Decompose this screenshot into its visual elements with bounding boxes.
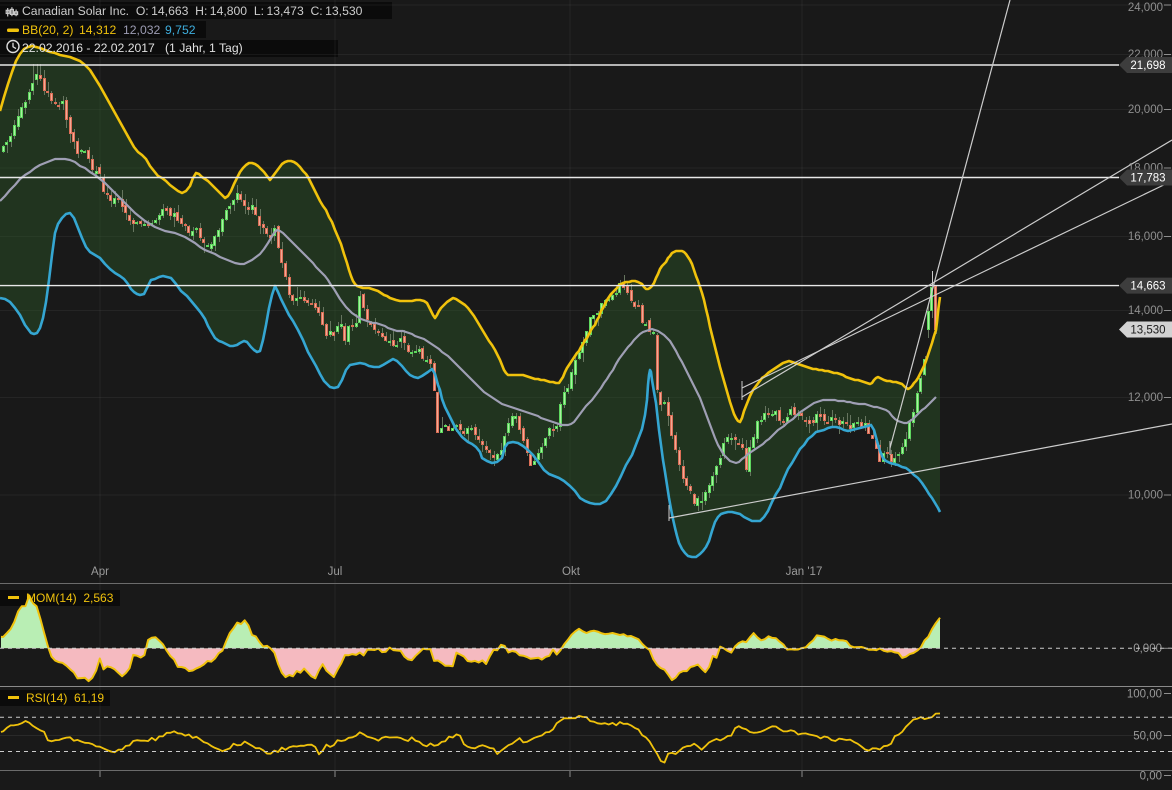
svg-text:13,530: 13,530: [1130, 325, 1165, 337]
svg-text:MOM(14) 2,563: MOM(14) 2,563: [26, 591, 114, 605]
svg-text:Jan '17: Jan '17: [786, 566, 823, 578]
svg-text:50,00: 50,00: [1133, 731, 1162, 743]
svg-text:RSI(14) 61,19: RSI(14) 61,19: [26, 691, 104, 705]
svg-text:20,000: 20,000: [1128, 104, 1163, 116]
svg-text:24,000: 24,000: [1128, 2, 1163, 14]
svg-text:BB(20, 2): BB(20, 2): [22, 23, 73, 37]
svg-text:14,312: 14,312: [79, 23, 116, 37]
svg-text:0,00: 0,00: [1140, 771, 1162, 783]
svg-text:Okt: Okt: [562, 566, 581, 578]
svg-text:100,00: 100,00: [1127, 689, 1162, 701]
svg-text:Jul: Jul: [328, 566, 343, 578]
svg-text:16,000: 16,000: [1128, 231, 1163, 243]
svg-text:10,000: 10,000: [1128, 490, 1163, 502]
svg-text:22.02.2016 - 22.02.2017 (1 J: 22.02.2016 - 22.02.2017 (1 Jahr, 1 Tag): [22, 41, 243, 55]
svg-text:9,752: 9,752: [165, 23, 196, 37]
svg-text:14,000: 14,000: [1128, 305, 1163, 317]
svg-text:12,000: 12,000: [1128, 392, 1163, 404]
svg-text:Apr: Apr: [91, 566, 109, 578]
svg-text:17,783: 17,783: [1130, 173, 1165, 185]
svg-text:12,032: 12,032: [123, 23, 160, 37]
svg-text:14,663: 14,663: [1130, 281, 1165, 293]
svg-text:Canadian Solar Inc. O: 14,663: Canadian Solar Inc. O: 14,663 H: 14,800 …: [22, 4, 363, 18]
svg-text:0,000: 0,000: [1133, 643, 1162, 655]
svg-text:21,698: 21,698: [1130, 60, 1165, 72]
